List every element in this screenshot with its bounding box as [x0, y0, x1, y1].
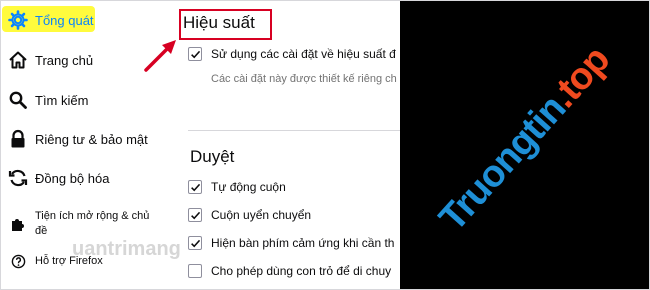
watermark-secondary-text: uantrimang: [72, 238, 181, 260]
sidebar-item-label: Tìm kiếm: [35, 92, 89, 108]
watermark-block: Truongtin.top: [400, 0, 650, 290]
smooth-scroll-checkbox[interactable]: Cuộn uyển chuyển: [188, 208, 311, 222]
search-icon: [7, 89, 29, 111]
sidebar-item-label: Đồng bộ hóa: [35, 170, 110, 186]
checkbox[interactable]: [188, 208, 202, 222]
performance-section-title: Hiệu suất: [183, 13, 255, 32]
sync-icon: [7, 167, 29, 189]
checkbox-label: Cho phép dùng con trỏ để di chuy: [211, 264, 392, 278]
checkbox[interactable]: [188, 180, 202, 194]
checkbox-label: Sử dụng các cài đặt về hiệu suất đ: [211, 47, 396, 61]
section-divider: [188, 130, 400, 131]
checkbox[interactable]: [188, 47, 202, 61]
sidebar-item-label: Trang chủ: [35, 52, 94, 68]
sidebar-item-addons[interactable]: Tiện ích mở rộng & chủ đề: [0, 208, 175, 240]
watermark-main-text: Truongtin: [431, 87, 574, 240]
touch-keyboard-checkbox[interactable]: Hiện bàn phím cảm ứng khi cần th: [188, 236, 394, 250]
sidebar-item-label: Tiện ích mở rộng & chủ đề: [35, 210, 150, 237]
checkbox[interactable]: [188, 264, 202, 278]
recommended-performance-checkbox[interactable]: Sử dụng các cài đặt về hiệu suất đ: [188, 47, 396, 61]
home-icon: [7, 49, 29, 71]
checkbox-label: Tự động cuộn: [211, 180, 286, 194]
checkbox[interactable]: [188, 236, 202, 250]
annotation-arrow-icon: [144, 40, 176, 72]
preferences-content: Hiệu suất Sử dụng các cài đặt về hiệu su…: [178, 0, 400, 290]
sidebar-item-sync[interactable]: Đồng bộ hóa: [0, 166, 175, 190]
gear-icon: [7, 9, 29, 31]
sidebar-item-label: Tổng quát: [35, 12, 94, 28]
recommended-performance-description: Các cài đặt này được thiết kế riêng ch: [211, 73, 397, 85]
checkbox-label: Cuộn uyển chuyển: [211, 208, 312, 222]
autoscroll-checkbox[interactable]: Tự động cuộn: [188, 180, 286, 194]
sidebar-item-search[interactable]: Tìm kiếm: [0, 88, 175, 112]
caret-browsing-checkbox[interactable]: Cho phép dùng con trỏ để di chuy: [188, 264, 391, 278]
help-icon: [7, 250, 29, 272]
sidebar-item-label: Riêng tư & bảo mật: [35, 131, 148, 147]
puzzle-icon: [7, 213, 29, 235]
browsing-section-title: Duyệt: [190, 147, 235, 166]
sidebar-item-privacy[interactable]: Riêng tư & bảo mật: [0, 127, 175, 151]
lock-icon: [7, 128, 29, 150]
watermark-logo: Truongtin.top: [419, 25, 632, 254]
sidebar-item-general[interactable]: Tổng quát: [0, 7, 175, 33]
checkbox-label: Hiện bàn phím cảm ứng khi cần th: [211, 236, 395, 250]
